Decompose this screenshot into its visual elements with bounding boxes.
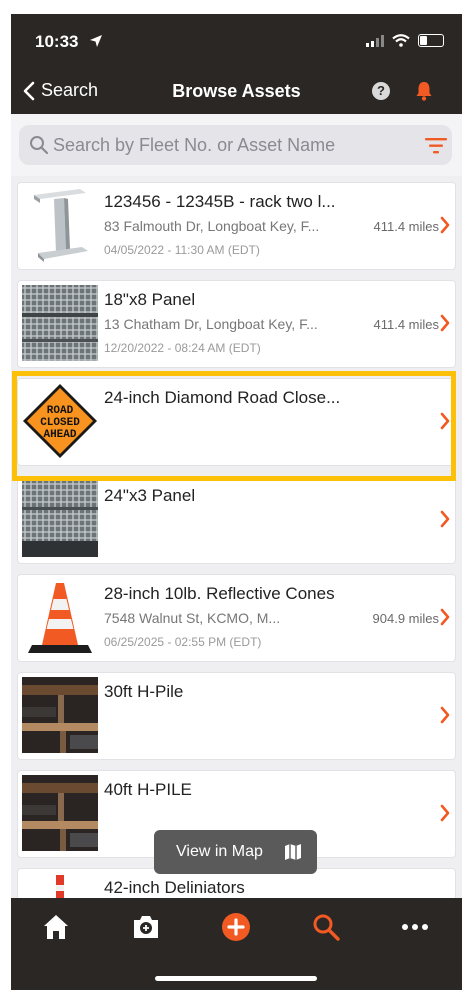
steel-beam-image <box>22 187 98 263</box>
battery-icon <box>418 34 444 47</box>
selection-highlight <box>12 371 456 481</box>
search-bar-container <box>11 114 462 176</box>
panel-image <box>22 481 98 557</box>
asset-title: 42-inch Deliniators <box>104 878 245 897</box>
asset-distance: 411.4 miles <box>373 219 439 234</box>
signal-icon <box>366 34 384 47</box>
asset-title: 24"x3 Panel <box>104 486 196 505</box>
bell-icon[interactable] <box>413 79 435 103</box>
asset-title: 28-inch 10lb. Reflective Cones <box>104 584 335 603</box>
search-icon[interactable] <box>311 912 341 942</box>
map-icon <box>285 844 301 860</box>
asset-list-item[interactable]: 24"x3 Panel <box>17 476 456 564</box>
asset-title: 18"x8 Panel <box>104 290 196 309</box>
page-title: Browse Assets <box>172 81 301 101</box>
asset-list-item[interactable]: 28-inch 10lb. Reflective Cones 7548 Waln… <box>17 574 456 662</box>
chevron-right-icon <box>440 804 450 822</box>
status-time: 10:33 <box>35 32 79 51</box>
asset-date: 12/20/2022 - 08:24 AM (EDT) <box>104 341 261 355</box>
chevron-right-icon <box>440 706 450 724</box>
asset-title: 30ft H-Pile <box>104 682 184 701</box>
chevron-right-icon <box>440 314 450 332</box>
filter-icon[interactable] <box>425 138 447 154</box>
chevron-right-icon <box>440 216 450 234</box>
view-in-map-button[interactable]: View in Map <box>154 830 317 874</box>
asset-address: 13 Chatham Dr, Longboat Key, F... <box>104 316 318 332</box>
tab-bar <box>11 898 462 990</box>
search-box[interactable] <box>19 125 452 165</box>
asset-address: 7548 Walnut St, KCMO, M... <box>104 610 281 626</box>
phone-screen: 10:33 Search Browse Assets ? Search by F… <box>11 14 462 990</box>
asset-list-item[interactable]: 30ft H-Pile <box>17 672 456 760</box>
search-input[interactable] <box>53 125 403 165</box>
help-icon[interactable]: ? <box>372 82 390 100</box>
asset-date: 04/05/2022 - 11:30 AM (EDT) <box>104 243 260 257</box>
home-indicator <box>155 976 317 981</box>
asset-distance: 411.4 miles <box>373 317 439 332</box>
h-pile-image <box>22 677 98 753</box>
chevron-right-icon <box>440 608 450 626</box>
h-pile-image <box>22 775 98 851</box>
search-icon <box>30 136 49 155</box>
traffic-cone-image <box>22 579 98 655</box>
asset-address: 83 Falmouth Dr, Longboat Key, F... <box>104 218 320 234</box>
status-icons <box>366 34 444 47</box>
chevron-right-icon <box>440 510 450 528</box>
asset-list-item[interactable]: 123456 - 12345B - rack two l... 83 Falmo… <box>17 182 456 270</box>
asset-date: 06/25/2025 - 02:55 PM (EDT) <box>104 635 262 649</box>
asset-list-item[interactable]: 18"x8 Panel 13 Chatham Dr, Longboat Key,… <box>17 280 456 368</box>
location-arrow-icon <box>90 35 102 47</box>
more-icon[interactable] <box>400 912 430 942</box>
add-icon[interactable] <box>221 912 251 942</box>
camera-icon[interactable] <box>131 912 161 942</box>
panel-image <box>22 285 98 361</box>
navigation-bar: Search Browse Assets ? <box>11 70 462 114</box>
asset-distance: 904.9 miles <box>372 611 439 626</box>
asset-title: 123456 - 12345B - rack two l... <box>104 192 336 211</box>
status-bar: 10:33 <box>11 14 462 70</box>
asset-title: 40ft H-PILE <box>104 780 192 799</box>
home-icon[interactable] <box>41 912 71 942</box>
wifi-icon <box>392 34 410 47</box>
view-in-map-label: View in Map <box>176 843 263 860</box>
